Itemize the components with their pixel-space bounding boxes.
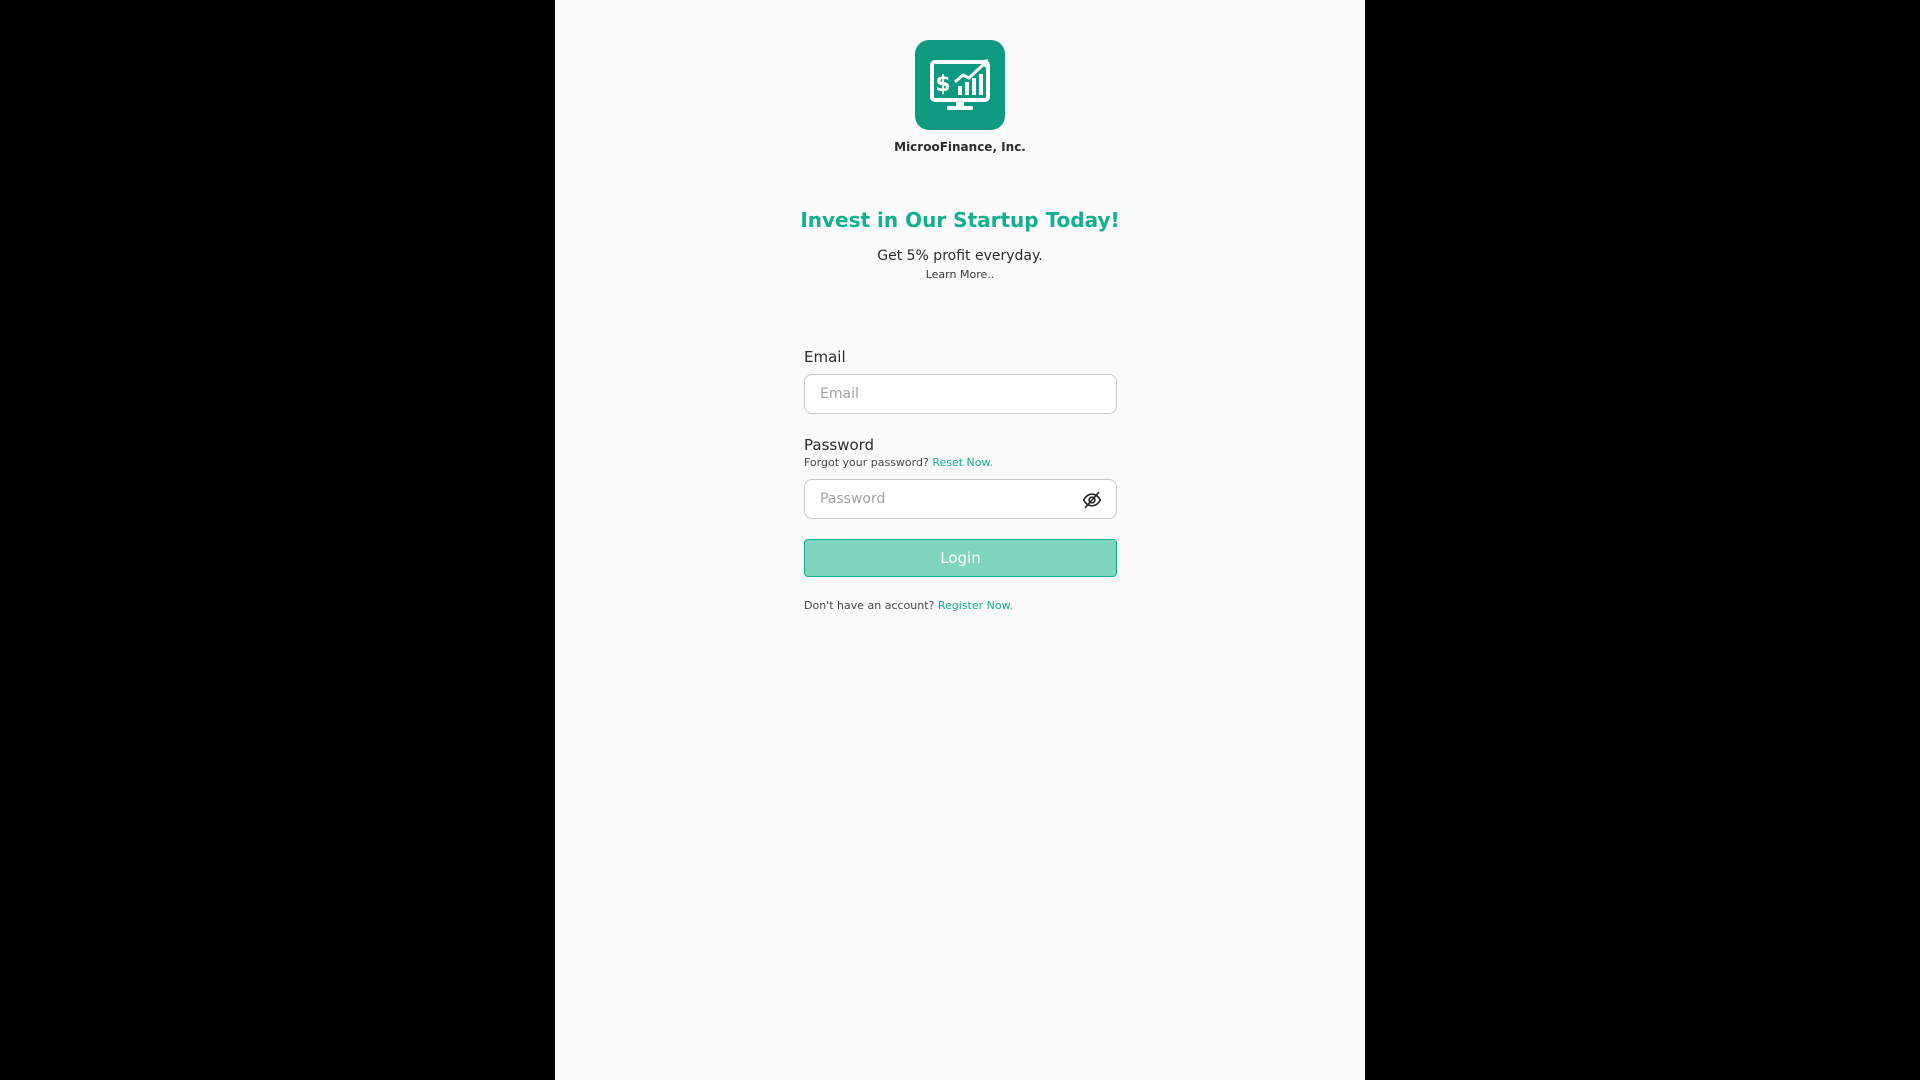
email-input[interactable] (805, 375, 1116, 413)
email-label: Email (804, 348, 846, 366)
password-input[interactable] (805, 480, 1116, 518)
forgot-password-text: Forgot your password? (804, 456, 929, 469)
login-panel: $ MicrooFinance, Inc. Invest in Our Star… (555, 0, 1365, 1080)
login-button[interactable]: Login (804, 539, 1117, 577)
svg-text:$: $ (935, 72, 950, 97)
monitor-dollar-chart-icon: $ (930, 59, 990, 110)
hero-headline: Invest in Our Startup Today! (800, 208, 1120, 232)
hero-subhead: Get 5% profit everyday. (877, 248, 1043, 264)
no-account-text: Don't have an account? (804, 599, 935, 612)
email-field-container (804, 374, 1117, 414)
register-link[interactable]: Register Now. (938, 599, 1013, 612)
company-name: MicrooFinance, Inc. (894, 140, 1026, 154)
company-logo: $ (915, 40, 1005, 130)
register-row: Don't have an account? Register Now. (804, 599, 1117, 613)
learn-more-link[interactable]: Learn More.. (555, 268, 1365, 281)
eye-off-icon[interactable] (1082, 490, 1102, 510)
password-label: Password (804, 436, 875, 454)
login-form: Email Password Forgot your password? Res… (804, 348, 1117, 613)
reset-password-link[interactable]: Reset Now. (932, 456, 993, 469)
password-field-container (804, 479, 1117, 519)
forgot-password-row: Forgot your password? Reset Now. (804, 456, 1117, 470)
